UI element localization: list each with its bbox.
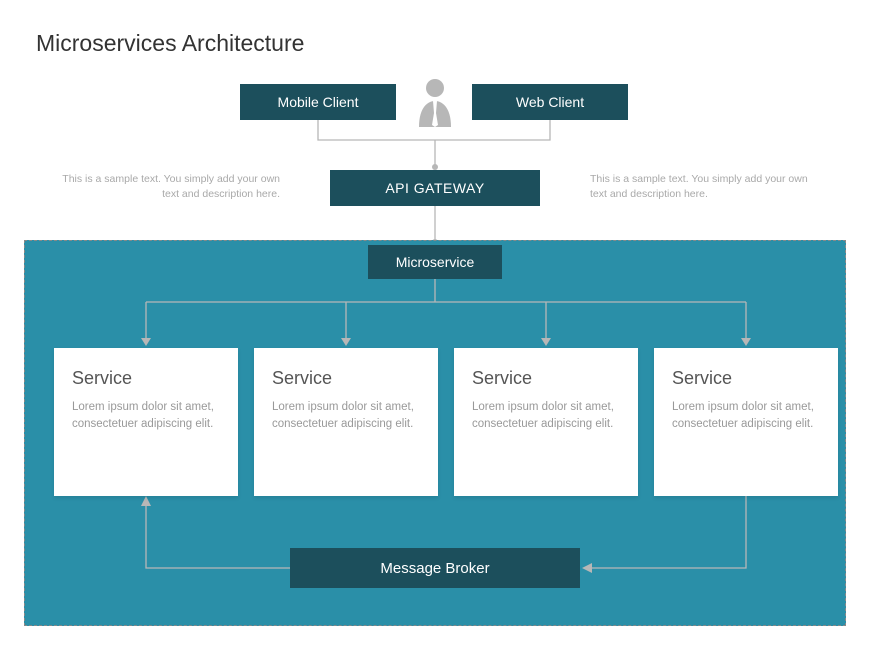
api-gateway-box: API GATEWAY: [330, 170, 540, 206]
sample-text-right: This is a sample text. You simply add yo…: [590, 172, 810, 201]
service-title: Service: [672, 368, 820, 389]
service-body: Lorem ipsum dolor sit amet, consectetuer…: [672, 399, 820, 434]
service-card-2: Service Lorem ipsum dolor sit amet, cons…: [254, 348, 438, 496]
message-broker-box: Message Broker: [290, 548, 580, 588]
service-card-4: Service Lorem ipsum dolor sit amet, cons…: [654, 348, 838, 496]
user-icon: [415, 77, 455, 127]
microservice-box: Microservice: [368, 245, 502, 279]
sample-text-left: This is a sample text. You simply add yo…: [60, 172, 280, 201]
service-body: Lorem ipsum dolor sit amet, consectetuer…: [472, 399, 620, 434]
web-client-box: Web Client: [472, 84, 628, 120]
service-card-1: Service Lorem ipsum dolor sit amet, cons…: [54, 348, 238, 496]
service-body: Lorem ipsum dolor sit amet, consectetuer…: [272, 399, 420, 434]
mobile-client-box: Mobile Client: [240, 84, 396, 120]
page-title: Microservices Architecture: [36, 30, 304, 57]
service-title: Service: [472, 368, 620, 389]
service-title: Service: [272, 368, 420, 389]
service-body: Lorem ipsum dolor sit amet, consectetuer…: [72, 399, 220, 434]
service-title: Service: [72, 368, 220, 389]
service-card-3: Service Lorem ipsum dolor sit amet, cons…: [454, 348, 638, 496]
